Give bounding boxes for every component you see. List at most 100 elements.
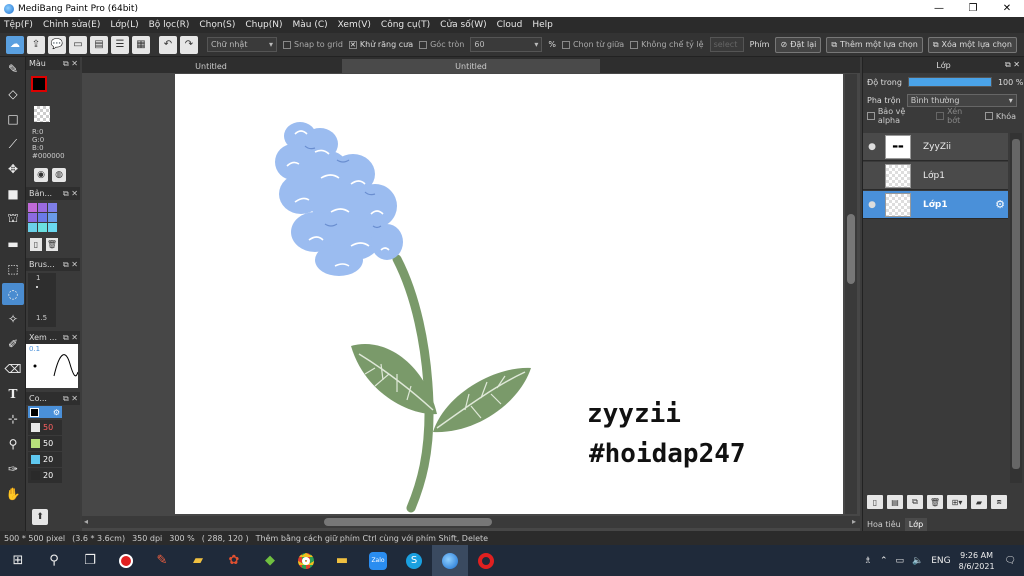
app-icon[interactable]: ✿: [216, 545, 252, 576]
close-button[interactable]: ✕: [990, 0, 1024, 17]
grid-icon[interactable]: ▦: [132, 35, 150, 54]
colorset-current[interactable]: ⚙: [28, 406, 62, 418]
select-pen-tool-icon[interactable]: ✐: [2, 333, 24, 355]
move-tool-icon[interactable]: ✥: [2, 158, 24, 180]
corner-value-input[interactable]: 60 ▾: [470, 37, 543, 52]
line-tool-icon[interactable]: ⟋: [2, 133, 24, 155]
visibility-icon[interactable]: [867, 171, 877, 181]
chat-icon[interactable]: 💬: [48, 35, 66, 54]
folder-icon[interactable]: ▰: [971, 495, 987, 509]
canvas-horizontal-scrollbar[interactable]: ◂ ▸: [82, 516, 860, 528]
blend-mode-select[interactable]: Bình thường ▾: [906, 93, 1017, 107]
chevron-up-icon[interactable]: ⌃: [880, 556, 888, 566]
app-icon[interactable]: ◆: [252, 545, 288, 576]
clock[interactable]: 9:26 AM 8/6/2021: [959, 550, 995, 572]
colorset-row[interactable]: 50: [28, 436, 62, 451]
menu-filter[interactable]: Bộ lọc(R): [149, 20, 190, 30]
skype-icon[interactable]: S: [396, 545, 432, 576]
foreground-color-swatch[interactable]: [31, 76, 47, 92]
protect-alpha-checkbox[interactable]: Bảo vệ alpha: [867, 107, 928, 125]
rectangle-tool-icon[interactable]: □: [2, 108, 24, 130]
menu-layer[interactable]: Lớp(L): [110, 20, 138, 30]
duplicate-layer-icon[interactable]: ⧉: [907, 495, 923, 509]
add-selection-button[interactable]: ⧉ Thêm một lựa chọn: [826, 36, 923, 53]
palette-swatch[interactable]: [28, 223, 37, 232]
hand-tool-icon[interactable]: ✋: [2, 483, 24, 505]
tab-untitled-1[interactable]: Untitled: [82, 59, 340, 73]
visibility-icon[interactable]: ●: [867, 200, 877, 210]
windows-start-icon[interactable]: ⊞: [0, 545, 36, 576]
zalo-icon[interactable]: Zalo: [360, 545, 396, 576]
tab-untitled-2[interactable]: Untitled: [342, 59, 600, 73]
gear-icon[interactable]: ⚙: [995, 198, 1005, 211]
colorset-settings-icon[interactable]: ⬆: [32, 509, 48, 525]
tab-navigator[interactable]: Hoa tiêu: [863, 518, 905, 531]
list-icon[interactable]: ☰: [111, 35, 129, 54]
fix-ratio-checkbox[interactable]: Không chế tỷ lệ: [630, 40, 704, 49]
palette-swatch[interactable]: [48, 203, 57, 212]
new-color-layer-icon[interactable]: ▤: [887, 495, 903, 509]
select-eraser-tool-icon[interactable]: ⌫: [2, 358, 24, 380]
layer-item-selected[interactable]: ● Lớp1 ⚙: [863, 191, 1008, 219]
chrome-icon[interactable]: [288, 545, 324, 576]
new-layer-icon[interactable]: ▯: [867, 495, 883, 509]
menu-tools[interactable]: Công cụ(T): [381, 20, 430, 30]
colorset-row[interactable]: 20: [28, 452, 62, 467]
minimize-button[interactable]: —: [922, 0, 956, 17]
share-icon[interactable]: ⇪: [27, 35, 45, 54]
palette-swatch[interactable]: [28, 203, 37, 212]
brush-tool-icon[interactable]: ✎: [2, 58, 24, 80]
colorset-row[interactable]: 50: [28, 420, 62, 435]
palette-icon[interactable]: ◉: [34, 168, 48, 182]
scroll-thumb[interactable]: [324, 518, 492, 526]
panel-close-icon[interactable]: ⧉ ✕: [1005, 60, 1020, 70]
lock-checkbox[interactable]: Khóa: [984, 112, 1016, 121]
trash-icon[interactable]: 🗑: [46, 238, 58, 251]
gradient-tool-icon[interactable]: ▬: [2, 233, 24, 255]
ratio-select[interactable]: select: [709, 37, 744, 52]
menu-cloud[interactable]: Cloud: [497, 20, 523, 30]
palette-swatch[interactable]: [48, 223, 57, 232]
dropper-tool-icon[interactable]: ✑: [2, 458, 24, 480]
remove-selection-button[interactable]: ⧉ Xóa một lựa chọn: [927, 36, 1017, 53]
brush-size-list[interactable]: 1 1.5: [28, 273, 56, 327]
snap-to-grid-checkbox[interactable]: Snap to grid: [283, 40, 343, 49]
layer-list-scrollbar[interactable]: [1010, 133, 1022, 483]
menu-file[interactable]: Tệp(F): [4, 20, 33, 30]
file-explorer-icon[interactable]: ▰: [180, 545, 216, 576]
panel-close-icon[interactable]: ⧉ ✕: [63, 394, 78, 404]
cloud-icon[interactable]: ☁: [6, 35, 24, 54]
palette-swatch[interactable]: [38, 223, 47, 232]
background-color-swatch[interactable]: [34, 106, 50, 122]
layer-item[interactable]: ● ▬▬ ZyyZii: [863, 133, 1008, 161]
undo-icon[interactable]: ↶: [159, 35, 177, 54]
clip-checkbox[interactable]: Xén bớt: [936, 107, 977, 125]
antialias-checkbox[interactable]: ✕ Khử răng cưa: [348, 40, 413, 49]
scroll-thumb[interactable]: [1012, 139, 1020, 469]
panel-close-icon[interactable]: ⧉ ✕: [63, 333, 78, 343]
notification-icon[interactable]: 🗨: [1005, 556, 1016, 566]
colorset-row[interactable]: 20: [28, 468, 62, 483]
menu-help[interactable]: Help: [532, 20, 553, 30]
palette-swatch[interactable]: [48, 213, 57, 222]
scroll-left-icon[interactable]: ◂: [84, 517, 88, 526]
bucket-tool-icon[interactable]: ⛫: [2, 208, 24, 230]
maximize-button[interactable]: ❐: [956, 0, 990, 17]
shape-select[interactable]: Chữ nhật ▾: [207, 37, 277, 52]
reset-button[interactable]: ⊘ Đặt lại: [775, 36, 822, 53]
visibility-icon[interactable]: ●: [867, 142, 877, 152]
scroll-right-icon[interactable]: ▸: [852, 517, 856, 526]
add-layer-menu-icon[interactable]: ⊞▾: [947, 495, 967, 509]
record-icon[interactable]: [108, 545, 144, 576]
fill-rect-tool-icon[interactable]: ■: [2, 183, 24, 205]
canvas-vertical-scrollbar[interactable]: [845, 74, 857, 514]
text-tool-icon[interactable]: T: [2, 383, 24, 405]
task-view-icon[interactable]: ❐: [72, 545, 108, 576]
merge-layer-icon[interactable]: ⧈: [991, 495, 1007, 509]
opera-icon[interactable]: [468, 545, 504, 576]
panel-close-icon[interactable]: ⧉ ✕: [63, 260, 78, 270]
menu-window[interactable]: Cửa số(W): [440, 20, 486, 30]
medibang-taskbar-icon[interactable]: [432, 545, 468, 576]
magic-wand-tool-icon[interactable]: ✧: [2, 308, 24, 330]
opacity-slider[interactable]: [907, 77, 992, 87]
